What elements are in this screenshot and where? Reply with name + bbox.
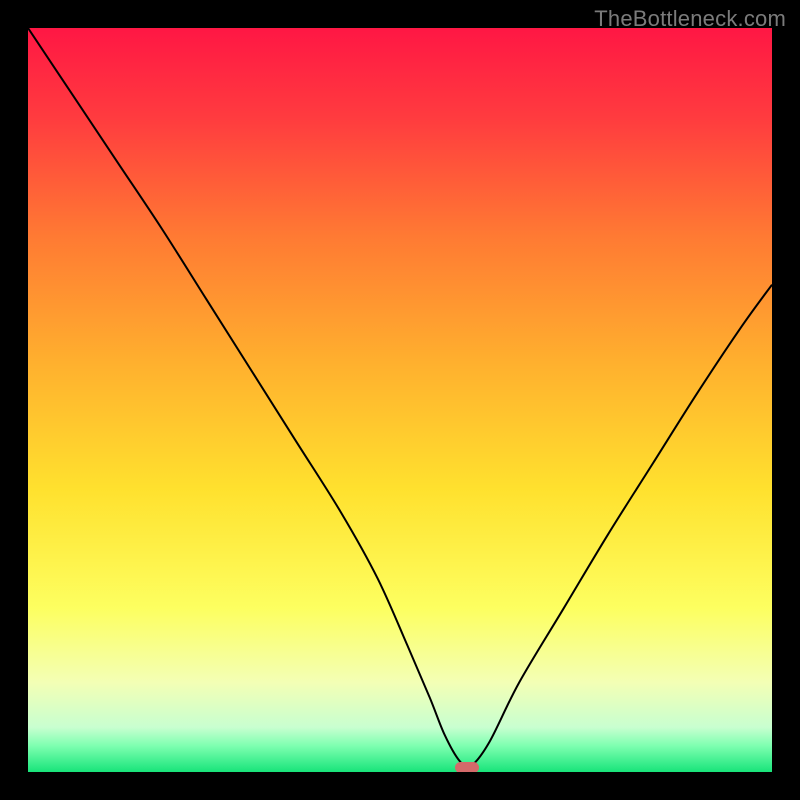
curve-layer: [28, 28, 772, 772]
optimum-marker: [455, 762, 479, 772]
plot-area: [28, 28, 772, 772]
bottleneck-curve: [28, 28, 772, 767]
chart-frame: TheBottleneck.com: [0, 0, 800, 800]
